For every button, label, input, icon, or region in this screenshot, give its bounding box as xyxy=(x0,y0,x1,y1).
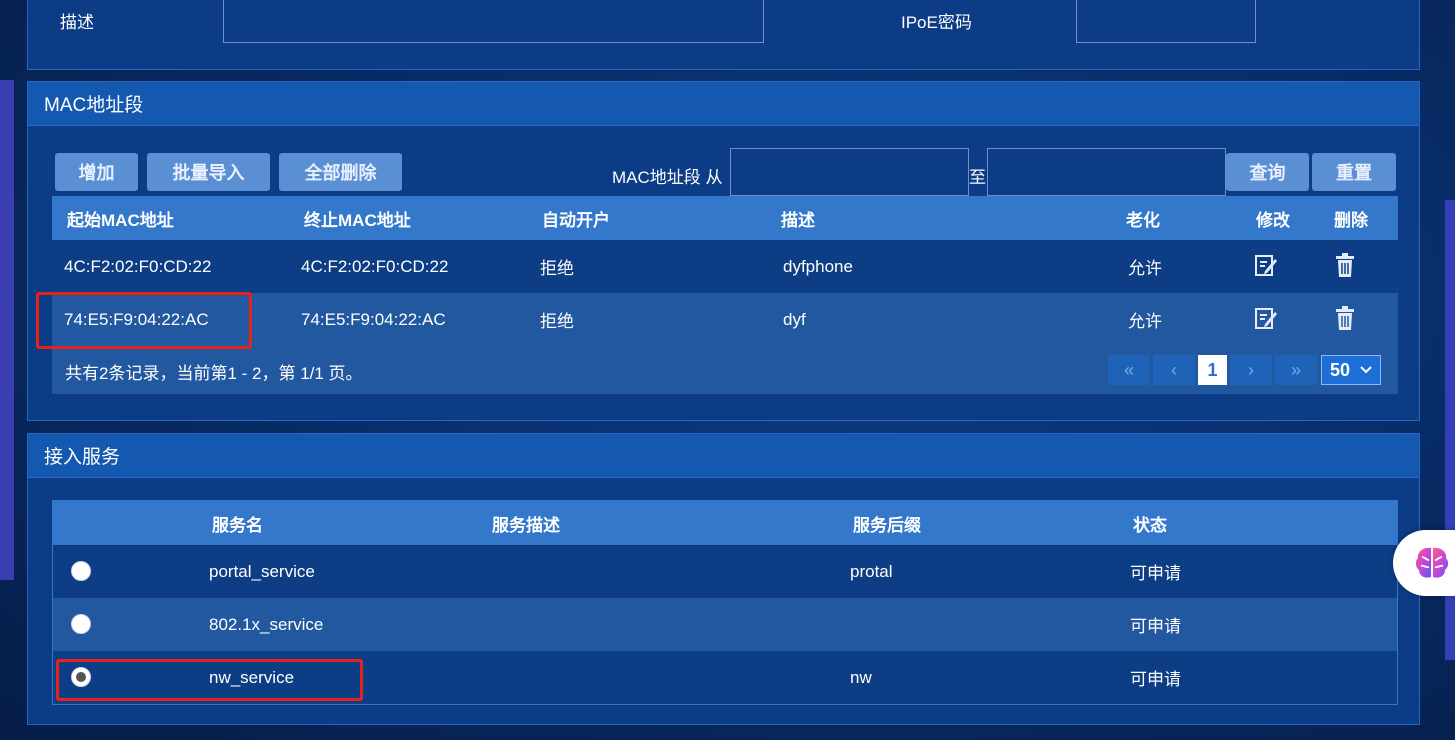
status-cell: 可申请 xyxy=(1130,670,1181,689)
first-page-button[interactable]: « xyxy=(1108,355,1150,385)
col-delete: 删除 xyxy=(1334,210,1368,230)
col-end-mac[interactable]: 终止MAC地址 xyxy=(304,206,411,231)
col-service-name: 服务名 xyxy=(212,515,263,535)
col-description[interactable]: 描述 xyxy=(781,206,815,231)
description-cell: dyfphone xyxy=(783,256,853,276)
col-status: 状态 xyxy=(1133,515,1167,535)
record-summary: 共有2条记录，当前第1 - 2，第 1/1 页。 xyxy=(65,364,363,383)
col-aging[interactable]: 老化 xyxy=(1126,206,1160,231)
mac-range-panel: MAC地址段 增加 批量导入 全部删除 MAC地址段 从 至 查询 重置 起始M… xyxy=(27,81,1420,421)
col-start-mac[interactable]: 起始MAC地址 xyxy=(67,206,174,231)
page-1-button[interactable]: 1 xyxy=(1198,355,1227,385)
table-row[interactable]: 74:E5:F9:04:22:AC 74:E5:F9:04:22:AC 拒绝 d… xyxy=(52,293,1398,346)
service-radio[interactable] xyxy=(71,614,91,634)
delete-all-button[interactable]: 全部删除 xyxy=(279,153,402,191)
mac-table-footer: 共有2条记录，当前第1 - 2，第 1/1 页。 « ‹ 1 › » 50 xyxy=(52,346,1398,394)
highlight-box-mac xyxy=(36,292,252,349)
assistant-widget[interactable] xyxy=(1393,530,1455,596)
chevron-down-icon xyxy=(1360,366,1372,374)
reset-button[interactable]: 重置 xyxy=(1312,153,1396,191)
batch-import-button[interactable]: 批量导入 xyxy=(147,153,270,191)
mac-range-from-label: MAC地址段 从 xyxy=(612,168,723,187)
trash-icon[interactable] xyxy=(1332,252,1358,278)
page-size-value: 50 xyxy=(1330,359,1351,380)
service-suffix-cell: protal xyxy=(850,561,893,581)
col-service-desc: 服务描述 xyxy=(492,515,560,535)
highlight-box-service xyxy=(56,659,363,701)
auto-account-cell: 拒绝 xyxy=(540,312,574,331)
aging-cell: 允许 xyxy=(1128,312,1162,331)
brain-icon xyxy=(1415,547,1449,578)
start-mac-cell: 4C:F2:02:F0:CD:22 xyxy=(64,256,212,276)
prev-page-button[interactable]: ‹ xyxy=(1153,355,1195,385)
ipoe-password-label: IPoE密码 xyxy=(901,13,972,32)
col-auto-account[interactable]: 自动开户 xyxy=(542,206,610,231)
aging-cell: 允许 xyxy=(1128,259,1162,278)
col-edit: 修改 xyxy=(1256,210,1290,230)
service-radio[interactable] xyxy=(71,561,91,581)
status-cell: 可申请 xyxy=(1130,617,1181,636)
service-panel-title: 接入服务 xyxy=(28,434,1419,478)
edit-icon[interactable] xyxy=(1253,305,1279,331)
mac-range-to-input[interactable] xyxy=(987,148,1226,196)
table-row[interactable]: 802.1x_service 可申请 xyxy=(53,598,1397,651)
ipoe-password-input[interactable] xyxy=(1076,0,1256,43)
end-mac-cell: 74:E5:F9:04:22:AC xyxy=(301,309,446,329)
table-row[interactable]: 4C:F2:02:F0:CD:22 4C:F2:02:F0:CD:22 拒绝 d… xyxy=(52,240,1398,293)
edit-icon[interactable] xyxy=(1253,252,1279,278)
service-table-header: 服务名 服务描述 服务后缀 状态 xyxy=(53,501,1397,545)
page-size-select[interactable]: 50 xyxy=(1321,355,1381,385)
status-cell: 可申请 xyxy=(1130,564,1181,583)
query-button[interactable]: 查询 xyxy=(1226,153,1309,191)
basic-info-panel: 描述 IPoE密码 xyxy=(27,0,1420,70)
description-label: 描述 xyxy=(60,13,94,32)
left-edge-strip xyxy=(0,80,14,580)
table-row[interactable]: portal_service protal 可申请 xyxy=(53,545,1397,598)
trash-icon[interactable] xyxy=(1332,305,1358,331)
col-service-suffix: 服务后缀 xyxy=(853,515,921,535)
description-cell: dyf xyxy=(783,309,806,329)
service-name-cell: 802.1x_service xyxy=(209,614,324,634)
service-suffix-cell: nw xyxy=(850,667,872,687)
add-button[interactable]: 增加 xyxy=(55,153,138,191)
mac-table: 起始MAC地址 终止MAC地址 自动开户 描述 老化 修改 删除 4C:F2:0… xyxy=(52,196,1398,394)
mac-range-from-input[interactable] xyxy=(730,148,969,196)
mac-panel-title: MAC地址段 xyxy=(28,82,1419,126)
next-page-button[interactable]: › xyxy=(1230,355,1272,385)
end-mac-cell: 4C:F2:02:F0:CD:22 xyxy=(301,256,449,276)
mac-table-header: 起始MAC地址 终止MAC地址 自动开户 描述 老化 修改 删除 xyxy=(52,196,1398,240)
auto-account-cell: 拒绝 xyxy=(540,259,574,278)
service-name-cell: portal_service xyxy=(209,561,315,581)
mac-range-to-label: 至 xyxy=(969,168,986,187)
description-input[interactable] xyxy=(223,0,764,43)
last-page-button[interactable]: » xyxy=(1275,355,1317,385)
